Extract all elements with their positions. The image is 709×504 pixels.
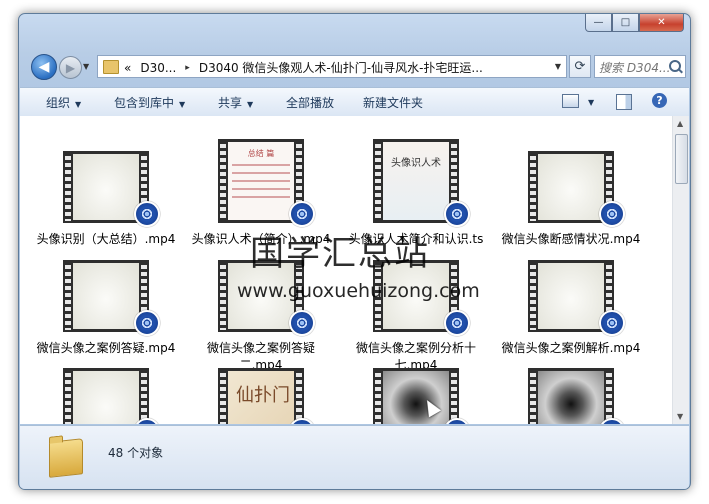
video-thumbnail [373,368,459,424]
navigation-bar: ◀ ▶ ▼ « D30... ▸ D3040 微信头像观人术-仙扑门-仙寻风水-… [27,52,686,82]
file-list: 头像识别（大总结）.mp4 总结 篇 头像识人术（简介）.mp4 头像识人术 头… [20,116,689,424]
folder-icon [49,438,83,478]
file-item[interactable] [496,368,646,424]
vertical-scrollbar[interactable]: ▲ ▼ [672,116,689,424]
video-thumbnail [528,368,614,424]
watermark-url: www.guoxuehuizong.com [237,280,480,302]
play-all-button[interactable]: 全部播放 [286,94,334,111]
command-bar: 组织 ▼ 包含到库中 ▼ 共享 ▼ 全部播放 新建文件夹 ▼ ? [20,87,689,117]
file-item[interactable]: 微信头像之案例解析.mp4 [496,248,646,366]
address-bar[interactable]: « D30... ▸ D3040 微信头像观人术-仙扑门-仙寻风水-扑宅旺运..… [97,55,567,78]
file-item[interactable] [31,368,181,424]
back-button[interactable]: ◀ [31,54,57,80]
media-player-icon [444,201,470,227]
folder-icon [103,60,119,74]
breadcrumb-separator-icon[interactable]: ▸ [185,63,190,73]
media-player-icon [289,201,315,227]
preview-pane-icon[interactable] [616,94,632,110]
help-icon[interactable]: ? [652,93,667,108]
file-item[interactable] [341,368,491,424]
file-name: 微信头像之案例解析.mp4 [501,341,641,355]
breadcrumb-overflow[interactable]: « [124,61,131,75]
forward-button[interactable]: ▶ [59,56,82,79]
maximize-button[interactable]: □ [612,14,639,32]
item-count: 48 个对象 [108,446,164,460]
thumbnail-text: 仙扑门 [236,385,290,406]
refresh-icon: ⟳ [574,59,586,74]
chevron-down-icon: ▼ [179,100,186,109]
view-dropdown[interactable]: ▼ [583,94,594,108]
file-item[interactable]: 微信头像之案例答疑.mp4 [31,248,181,366]
media-player-icon [134,310,160,336]
thumbnail-text: 总结 篇 [247,149,275,158]
new-folder-button[interactable]: 新建文件夹 [363,94,423,111]
share-label: 共享 [218,96,243,110]
media-player-icon [599,310,625,336]
file-name: 微信头像之案例答疑.mp4 [36,341,176,355]
include-in-library-button[interactable]: 包含到库中 ▼ [114,94,185,111]
organize-label: 组织 [46,96,71,110]
file-name: 微信头像断感情状况.mp4 [501,232,641,246]
media-player-icon [289,310,315,336]
chevron-down-icon: ▼ [588,98,595,107]
search-box[interactable] [594,55,686,79]
details-pane: 48 个对象 [20,425,689,489]
file-item[interactable]: 微信头像断感情状况.mp4 [496,139,646,257]
recent-pages-dropdown[interactable]: ▼ [83,62,89,71]
breadcrumb-item-d30[interactable]: D30... [140,61,176,75]
chevron-down-icon: ▼ [75,100,82,109]
caption-buttons: — □ ✕ [585,14,684,32]
search-icon[interactable] [669,60,681,72]
back-arrow-icon: ◀ [38,59,50,75]
include-in-library-label: 包含到库中 [114,96,175,110]
share-button[interactable]: 共享 ▼ [218,94,253,111]
thumbnail-text: 头像识人术 [391,158,441,169]
media-player-icon [134,201,160,227]
file-item[interactable]: 仙扑门 [186,368,336,424]
scroll-down-icon[interactable]: ▼ [677,412,683,421]
forward-arrow-icon: ▶ [65,60,76,75]
video-thumbnail [63,368,149,424]
breadcrumb-item-current[interactable]: D3040 微信头像观人术-仙扑门-仙寻风水-扑宅旺运... [199,59,483,76]
media-player-icon [444,310,470,336]
explorer-window: — □ ✕ ◀ ▶ ▼ « D30... ▸ D3040 微信头像观人术-仙扑门… [18,13,691,490]
watermark-title: 国学汇总站 [250,234,430,274]
scroll-thumb[interactable] [675,134,688,184]
scroll-up-icon[interactable]: ▲ [677,119,683,128]
title-bar: — □ ✕ [19,14,690,52]
view-options-icon[interactable] [562,94,579,108]
breadcrumb: « D30... ▸ D3040 微信头像观人术-仙扑门-仙寻风水-扑宅旺运..… [124,59,483,76]
minimize-button[interactable]: — [585,14,612,32]
close-button[interactable]: ✕ [639,14,684,32]
chevron-down-icon: ▼ [247,100,254,109]
file-item[interactable]: 头像识别（大总结）.mp4 [31,139,181,257]
file-name: 头像识别（大总结）.mp4 [36,232,176,246]
media-player-icon [599,201,625,227]
search-input[interactable] [595,56,675,79]
address-dropdown-icon[interactable]: ▼ [555,62,561,71]
video-thumbnail: 仙扑门 [218,368,304,424]
organize-button[interactable]: 组织 ▼ [46,94,81,111]
refresh-button[interactable]: ⟳ [569,55,591,78]
